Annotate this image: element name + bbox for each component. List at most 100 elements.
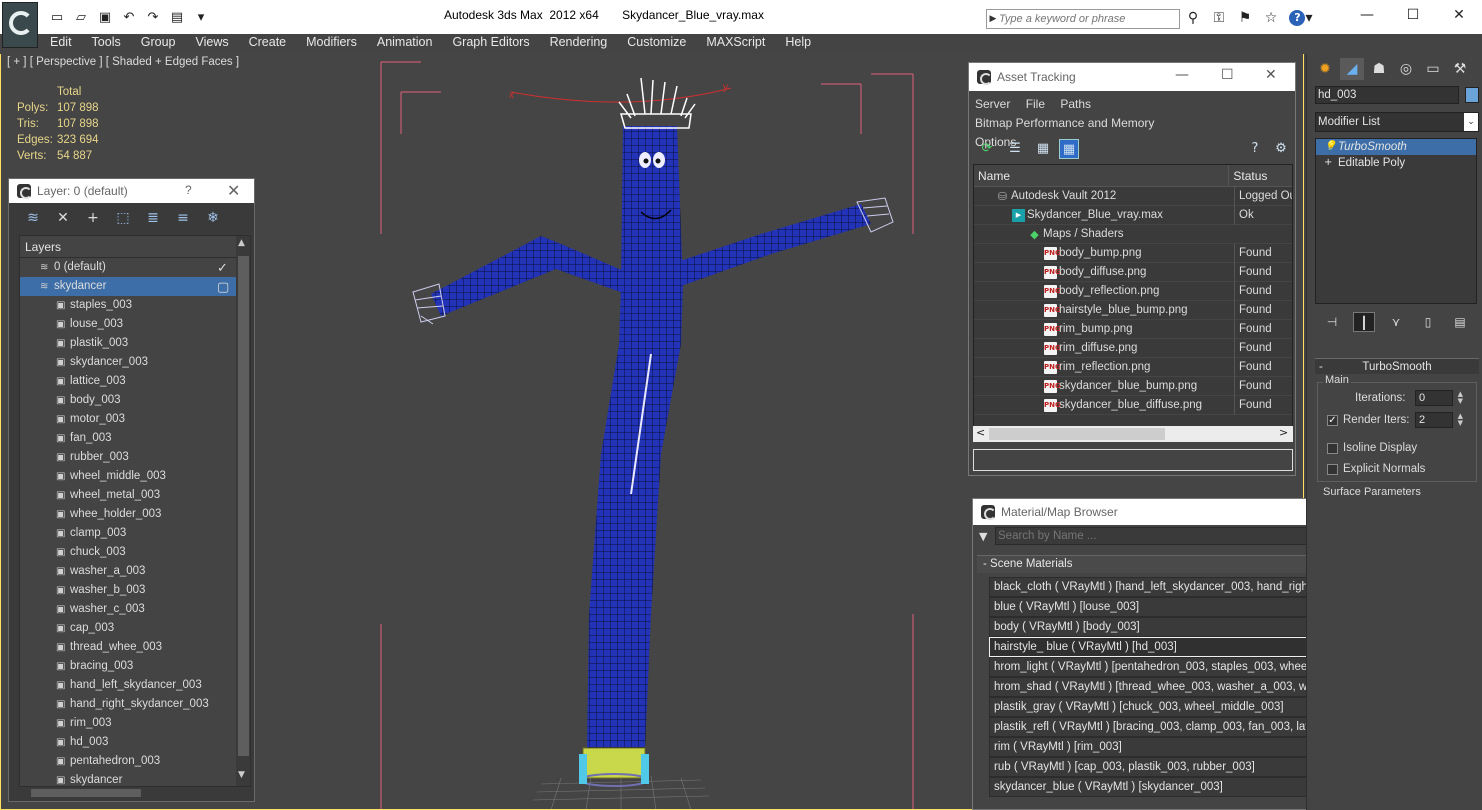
asset-settings-icon[interactable]: ⚙	[1271, 139, 1291, 159]
layer-row[interactable]: ▣ washer_a_003	[20, 562, 250, 581]
open-file-icon[interactable]: ▱	[70, 8, 92, 26]
layer-row[interactable]: ▣ hand_right_skydancer_003	[20, 695, 250, 714]
menu-create[interactable]: Create	[239, 34, 297, 54]
asset-path-field[interactable]	[973, 449, 1293, 471]
make-unique-icon[interactable]: ⋎	[1385, 312, 1407, 332]
minimize-icon[interactable]: —	[1175, 67, 1189, 83]
scroll-right-icon[interactable]: >	[1279, 426, 1288, 439]
asset-row[interactable]: PNG body_reflection.png Found	[974, 282, 1292, 301]
utilities-tab-icon[interactable]: ⚒	[1448, 58, 1472, 80]
scroll-left-icon[interactable]: <	[976, 426, 985, 439]
layer-row[interactable]: ▣ fan_003	[20, 429, 250, 448]
scroll-thumb[interactable]	[989, 428, 1165, 440]
motion-tab-icon[interactable]: ◎	[1394, 58, 1418, 80]
asset-row[interactable]: ▶ Skydancer_Blue_vray.max Ok	[974, 206, 1292, 225]
add-to-layer-icon[interactable]: +	[83, 208, 103, 228]
asset-row[interactable]: PNG rim_diffuse.png Found	[974, 339, 1292, 358]
menu-graph-editors[interactable]: Graph Editors	[442, 34, 539, 54]
scroll-thumb[interactable]	[238, 256, 249, 756]
render-iters-checkbox[interactable]: ✓	[1327, 415, 1338, 426]
freeze-all-layers-icon[interactable]: ❄	[203, 208, 223, 228]
app-logo-icon[interactable]	[2, 2, 38, 48]
layer-row[interactable]: ▣ skydancer_003	[20, 353, 250, 372]
asset-titlebar[interactable]: Asset Tracking — ☐ ✕	[969, 63, 1295, 91]
layers-column-header[interactable]: Layers	[20, 236, 250, 258]
chevron-down-icon[interactable]: ⌄	[1464, 113, 1478, 131]
layer-row[interactable]: ▣ wheel_middle_003	[20, 467, 250, 486]
asset-row[interactable]: PNG rim_reflection.png Found	[974, 358, 1292, 377]
highlight-layer-icon[interactable]: ≣	[143, 208, 163, 228]
layer-row[interactable]: ▣ body_003	[20, 391, 250, 410]
layer-row[interactable]: ▣ washer_b_003	[20, 581, 250, 600]
asset-menu-server[interactable]: Server	[975, 97, 1010, 111]
layer-row[interactable]: ▣ plastik_003	[20, 334, 250, 353]
name-column-header[interactable]: Name	[974, 165, 1228, 186]
layer-row[interactable]: ▣ hand_left_skydancer_003	[20, 676, 250, 695]
layer-dialog-titlebar[interactable]: Layer: 0 (default) ? ✕	[9, 179, 254, 203]
layer-row[interactable]: ▣ staples_003	[20, 296, 250, 315]
layer-row[interactable]: ≋ skydancer ▢	[20, 277, 250, 296]
rollout-collapse-icon[interactable]: -	[1319, 359, 1323, 375]
set-current-layer-icon[interactable]: ▢	[217, 278, 229, 297]
layer-row[interactable]: ▣ cap_003	[20, 619, 250, 638]
object-name-field[interactable]	[1315, 86, 1459, 104]
menu-rendering[interactable]: Rendering	[540, 34, 618, 54]
undo-icon[interactable]: ↶	[118, 8, 140, 26]
maximize-icon[interactable]: ☐	[1390, 0, 1436, 30]
asset-menu-file[interactable]: File	[1026, 97, 1045, 111]
save-file-icon[interactable]: ▣	[94, 8, 116, 26]
turbosmooth-rollout-header[interactable]: - TurboSmooth	[1315, 358, 1479, 374]
iterations-spinner[interactable]: 0 ▲ ▼	[1415, 390, 1463, 406]
asset-row[interactable]: PNG skydancer_blue_bump.png Found	[974, 377, 1292, 396]
layer-row[interactable]: ▣ motor_003	[20, 410, 250, 429]
layer-vertical-scrollbar[interactable]: ▲ ▼	[236, 236, 250, 786]
layer-row[interactable]: ▣ pentahedron_003	[20, 752, 250, 771]
menu-edit[interactable]: Edit	[40, 34, 82, 54]
quick-access-dropdown-icon[interactable]: ▾	[190, 8, 212, 26]
keyword-search-input[interactable]	[999, 11, 1177, 27]
configure-modifier-sets-icon[interactable]: ▤	[1449, 312, 1471, 332]
layer-row[interactable]: ▣ lattice_003	[20, 372, 250, 391]
menu-tools[interactable]: Tools	[82, 34, 131, 54]
stack-item-editable-poly[interactable]: + Editable Poly	[1316, 155, 1476, 171]
list-view-icon[interactable]: ☰	[1005, 139, 1025, 159]
display-tab-icon[interactable]: ▭	[1421, 58, 1445, 80]
create-layer-icon[interactable]: ≋	[23, 208, 43, 228]
asset-menu-bitmap-performance[interactable]: Bitmap Performance and Memory	[975, 116, 1154, 130]
subscription-key-icon[interactable]: ⚿	[1208, 8, 1230, 28]
hide-all-layers-icon[interactable]: ≡	[173, 208, 193, 228]
modifier-list-dropdown[interactable]: Modifier List ⌄	[1315, 112, 1479, 132]
layer-row[interactable]: ▣ thread_whee_003	[20, 638, 250, 657]
asset-row[interactable]: ⛁Autodesk Vault 2012 Logged Out	[974, 187, 1292, 206]
spinner-arrows-icon[interactable]: ▲ ▼	[1458, 413, 1463, 427]
close-icon[interactable]: ✕	[1265, 67, 1277, 83]
render-iters-spinner[interactable]: 2 ▲ ▼	[1415, 412, 1463, 428]
layer-row[interactable]: ▣ wheel_metal_003	[20, 486, 250, 505]
lightbulb-icon[interactable]: 💡	[1324, 139, 1336, 155]
asset-row[interactable]: PNG rim_bump.png Found	[974, 320, 1292, 339]
layer-row[interactable]: ▣ rubber_003	[20, 448, 250, 467]
menu-help[interactable]: Help	[775, 34, 821, 54]
viewport-label[interactable]: [ + ] [ Perspective ] [ Shaded + Edged F…	[7, 56, 239, 68]
new-file-icon[interactable]: ▭	[46, 8, 68, 26]
asset-row[interactable]: PNG body_bump.png Found	[974, 244, 1292, 263]
create-tab-icon[interactable]: ✹	[1313, 58, 1337, 80]
remove-modifier-icon[interactable]: ▯	[1417, 312, 1439, 332]
close-icon[interactable]: ✕	[227, 181, 240, 200]
close-icon[interactable]: ✕	[1436, 0, 1482, 30]
menu-views[interactable]: Views	[185, 34, 238, 54]
filter-dropdown-icon[interactable]: ▼	[979, 530, 987, 543]
binoculars-icon[interactable]: ⚲	[1182, 8, 1204, 28]
communication-center-icon[interactable]: ⚑	[1234, 8, 1256, 28]
refresh-icon[interactable]: ⟳	[977, 139, 997, 159]
menu-customize[interactable]: Customize	[617, 34, 696, 54]
explicit-normals-checkbox[interactable]	[1327, 464, 1338, 475]
pin-stack-icon[interactable]: ⊣	[1321, 312, 1343, 332]
layer-row[interactable]: ▣ chuck_003	[20, 543, 250, 562]
object-color-swatch[interactable]	[1465, 87, 1479, 103]
layer-row[interactable]: ▣ hd_003	[20, 733, 250, 752]
minimize-icon[interactable]: —	[1344, 0, 1390, 30]
maximize-icon[interactable]: ☐	[1221, 67, 1234, 83]
delete-layer-icon[interactable]: ✕	[53, 208, 73, 228]
project-folder-icon[interactable]: ▤	[166, 8, 188, 26]
